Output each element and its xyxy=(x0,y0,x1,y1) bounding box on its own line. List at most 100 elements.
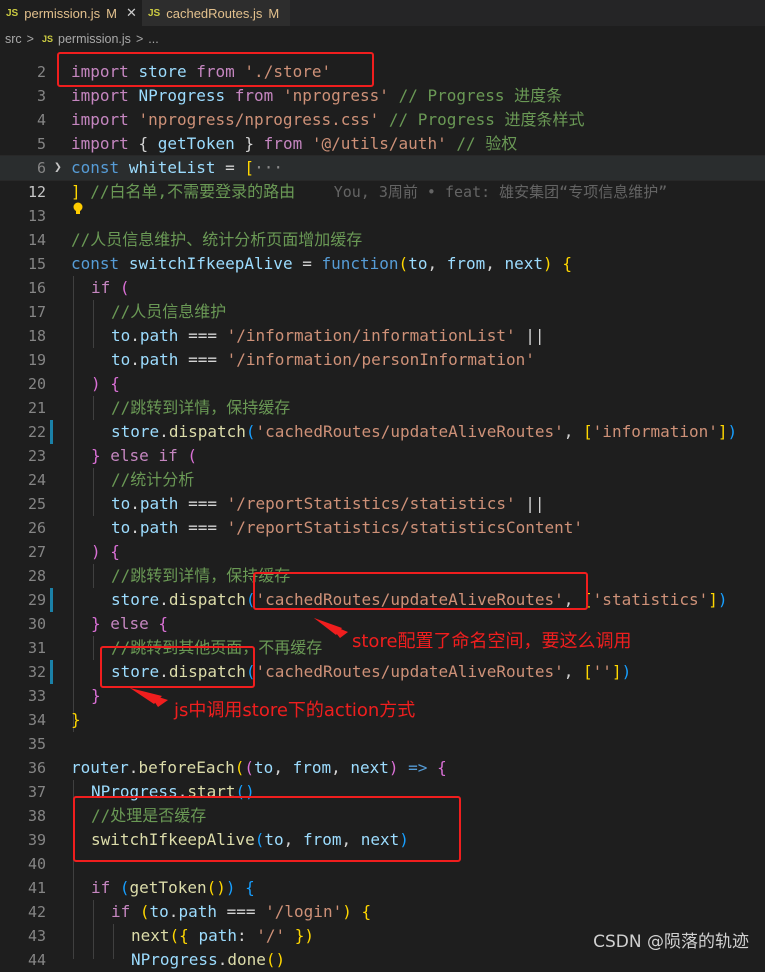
code-line: 16 if ( xyxy=(0,276,765,300)
line-number: 27 xyxy=(27,543,46,561)
code-text: to.path === '/information/personInformat… xyxy=(111,350,535,369)
line-number: 19 xyxy=(27,351,46,369)
tab-label: cachedRoutes.js xyxy=(166,5,263,21)
code-text: } xyxy=(71,710,81,729)
line-number: 3 xyxy=(36,87,46,105)
line-number: 36 xyxy=(27,759,46,777)
breadcrumb-symbols[interactable]: ... xyxy=(148,32,158,46)
line-number: 12 xyxy=(27,183,46,201)
arrow-icon xyxy=(314,618,348,638)
code-text: NProgress.done() xyxy=(131,950,286,969)
line-number: 5 xyxy=(36,135,46,153)
line-number: 21 xyxy=(27,399,46,417)
lightbulb-icon[interactable] xyxy=(73,202,83,216)
highlight-box-namespace-path xyxy=(253,572,588,610)
code-text: to.path === '/reportStatistics/statistic… xyxy=(111,518,584,537)
line-number: 33 xyxy=(27,687,46,705)
code-text: ] //白名单,不需要登录的路由 You, 3周前 • feat: 雄安集团“专… xyxy=(71,182,668,201)
code-line: 13 xyxy=(0,204,765,228)
line-number: 17 xyxy=(27,303,46,321)
line-number: 37 xyxy=(27,783,46,801)
line-number: 25 xyxy=(27,495,46,513)
code-text: if (to.path === '/login') { xyxy=(111,902,372,921)
line-number: 29 xyxy=(27,591,46,609)
code-text: to.path === '/information/informationLis… xyxy=(111,326,545,345)
code-line: 22 store.dispatch('cachedRoutes/updateAl… xyxy=(0,420,765,444)
code-line: 41 if (getToken()) { xyxy=(0,876,765,900)
code-comment: //人员信息维护、统计分析页面增加缓存 xyxy=(71,230,363,249)
close-icon[interactable]: ✕ xyxy=(126,5,137,21)
line-number: 20 xyxy=(27,375,46,393)
line-number: 22 xyxy=(27,423,46,441)
code-line: 36 router.beforeEach((to, from, next) =>… xyxy=(0,756,765,780)
code-text: to.path === '/reportStatistics/statistic… xyxy=(111,494,545,513)
arrow-icon xyxy=(130,688,168,707)
code-line: 19 to.path === '/information/personInfor… xyxy=(0,348,765,372)
code-text: router.beforeEach((to, from, next) => { xyxy=(71,758,447,777)
tab-label: permission.js xyxy=(24,5,101,21)
highlight-box-import-store xyxy=(57,52,374,87)
breadcrumb-file[interactable]: permission.js xyxy=(58,32,131,46)
code-line: 35 xyxy=(0,732,765,756)
code-line: 4 import 'nprogress/nprogress.css' // Pr… xyxy=(0,108,765,132)
code-text: ) { xyxy=(91,542,120,561)
modified-badge: M xyxy=(106,5,117,21)
code-line: 25 to.path === '/reportStatistics/statis… xyxy=(0,492,765,516)
line-number: 14 xyxy=(27,231,46,249)
line-number: 41 xyxy=(27,879,46,897)
js-file-icon: JS xyxy=(6,7,19,19)
code-line: 14 //人员信息维护、统计分析页面增加缓存 xyxy=(0,228,765,252)
code-comment: //跳转到详情，保持缓存 xyxy=(111,398,291,417)
line-number: 6 xyxy=(36,159,46,177)
line-number: 28 xyxy=(27,567,46,585)
code-line: 26 to.path === '/reportStatistics/statis… xyxy=(0,516,765,540)
code-text: ) { xyxy=(91,374,120,393)
code-line-folded: 6 ❯ const whiteList = [··· xyxy=(0,155,765,181)
chevron-right-icon[interactable]: ❯ xyxy=(54,156,62,180)
breadcrumb-src[interactable]: src xyxy=(5,32,22,46)
js-file-icon: JS xyxy=(41,34,53,44)
code-text: next({ path: '/' }) xyxy=(131,926,315,945)
code-line: 21 //跳转到详情，保持缓存 xyxy=(0,396,765,420)
breadcrumb: src > JS permission.js > ... xyxy=(0,26,765,52)
code-text: const switchIfkeepAlive = function(to, f… xyxy=(71,254,572,273)
code-text: import NProgress from 'nprogress' // Pro… xyxy=(71,86,563,105)
code-text: } xyxy=(91,686,101,705)
highlight-box-store-dispatch xyxy=(100,646,255,688)
line-number: 15 xyxy=(27,255,46,273)
tab-cachedroutes-js[interactable]: JS cachedRoutes.js M xyxy=(142,0,290,26)
line-number: 38 xyxy=(27,807,46,825)
js-file-icon: JS xyxy=(148,7,161,19)
line-number: 44 xyxy=(27,951,46,969)
chevron-right-icon: > xyxy=(135,32,144,46)
line-number: 30 xyxy=(27,615,46,633)
code-line: 24 //统计分析 xyxy=(0,468,765,492)
code-line: 42 if (to.path === '/login') { xyxy=(0,900,765,924)
code-line: 20 ) { xyxy=(0,372,765,396)
code-line: 15 const switchIfkeepAlive = function(to… xyxy=(0,252,765,276)
line-number: 32 xyxy=(27,663,46,681)
line-number: 35 xyxy=(27,735,46,753)
line-number: 31 xyxy=(27,639,46,657)
code-comment: //统计分析 xyxy=(111,470,195,489)
line-number: 18 xyxy=(27,327,46,345)
line-number: 40 xyxy=(27,855,46,873)
code-line: 18 to.path === '/information/information… xyxy=(0,324,765,348)
highlight-box-switch-call xyxy=(73,796,461,862)
code-line: 12 ] //白名单,不需要登录的路由 You, 3周前 • feat: 雄安集… xyxy=(0,180,765,204)
tab-permission-js[interactable]: JS permission.js M ✕ xyxy=(0,0,142,26)
line-number: 2 xyxy=(36,63,46,81)
line-number: 43 xyxy=(27,927,46,945)
code-line: 27 ) { xyxy=(0,540,765,564)
code-text: const whiteList = [··· xyxy=(71,158,283,177)
code-text: if ( xyxy=(91,278,130,297)
chevron-right-icon: > xyxy=(26,32,34,46)
line-number: 39 xyxy=(27,831,46,849)
line-number: 16 xyxy=(27,279,46,297)
code-line: 23 } else if ( xyxy=(0,444,765,468)
code-text: import { getToken } from '@/utils/auth' … xyxy=(71,134,518,153)
line-number: 42 xyxy=(27,903,46,921)
code-text: if (getToken()) { xyxy=(91,878,255,897)
code-comment: //人员信息维护 xyxy=(111,302,227,321)
line-number: 24 xyxy=(27,471,46,489)
